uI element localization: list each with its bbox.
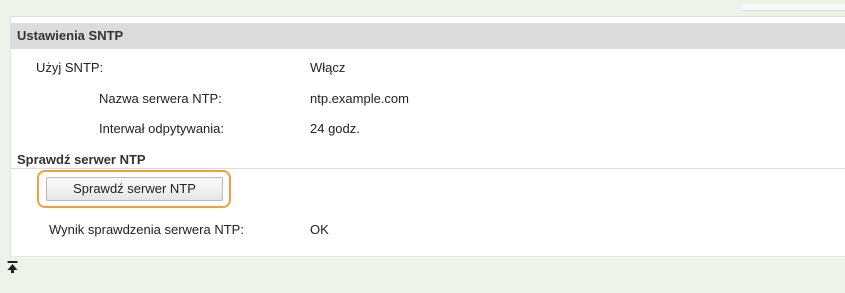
bottom-divider — [11, 256, 845, 257]
check-ntp-server-section-title: Sprawdź serwer NTP — [17, 152, 146, 167]
ntp-server-name-value: ntp.example.com — [310, 91, 409, 106]
use-sntp-value: Włącz — [310, 60, 346, 75]
sntp-settings-panel: Ustawienia SNTP Użyj SNTP: Włącz Nazwa s… — [10, 16, 845, 258]
use-sntp-label: Użyj SNTP: — [36, 60, 104, 75]
top-tab-strip — [742, 4, 845, 11]
arrow-to-top-icon[interactable] — [7, 260, 18, 274]
section-divider — [11, 168, 845, 169]
check-ntp-server-button[interactable]: Sprawdź serwer NTP — [46, 177, 223, 201]
polling-interval-value: 24 godz. — [310, 121, 360, 136]
panel-header-title: Ustawienia SNTP — [11, 23, 845, 49]
ntp-server-name-label: Nazwa serwera NTP: — [99, 91, 222, 106]
check-result-value: OK — [310, 222, 329, 237]
polling-interval-label: Interwał odpytywania: — [99, 121, 225, 136]
check-result-label: Wynik sprawdzenia serwera NTP: — [49, 222, 244, 237]
